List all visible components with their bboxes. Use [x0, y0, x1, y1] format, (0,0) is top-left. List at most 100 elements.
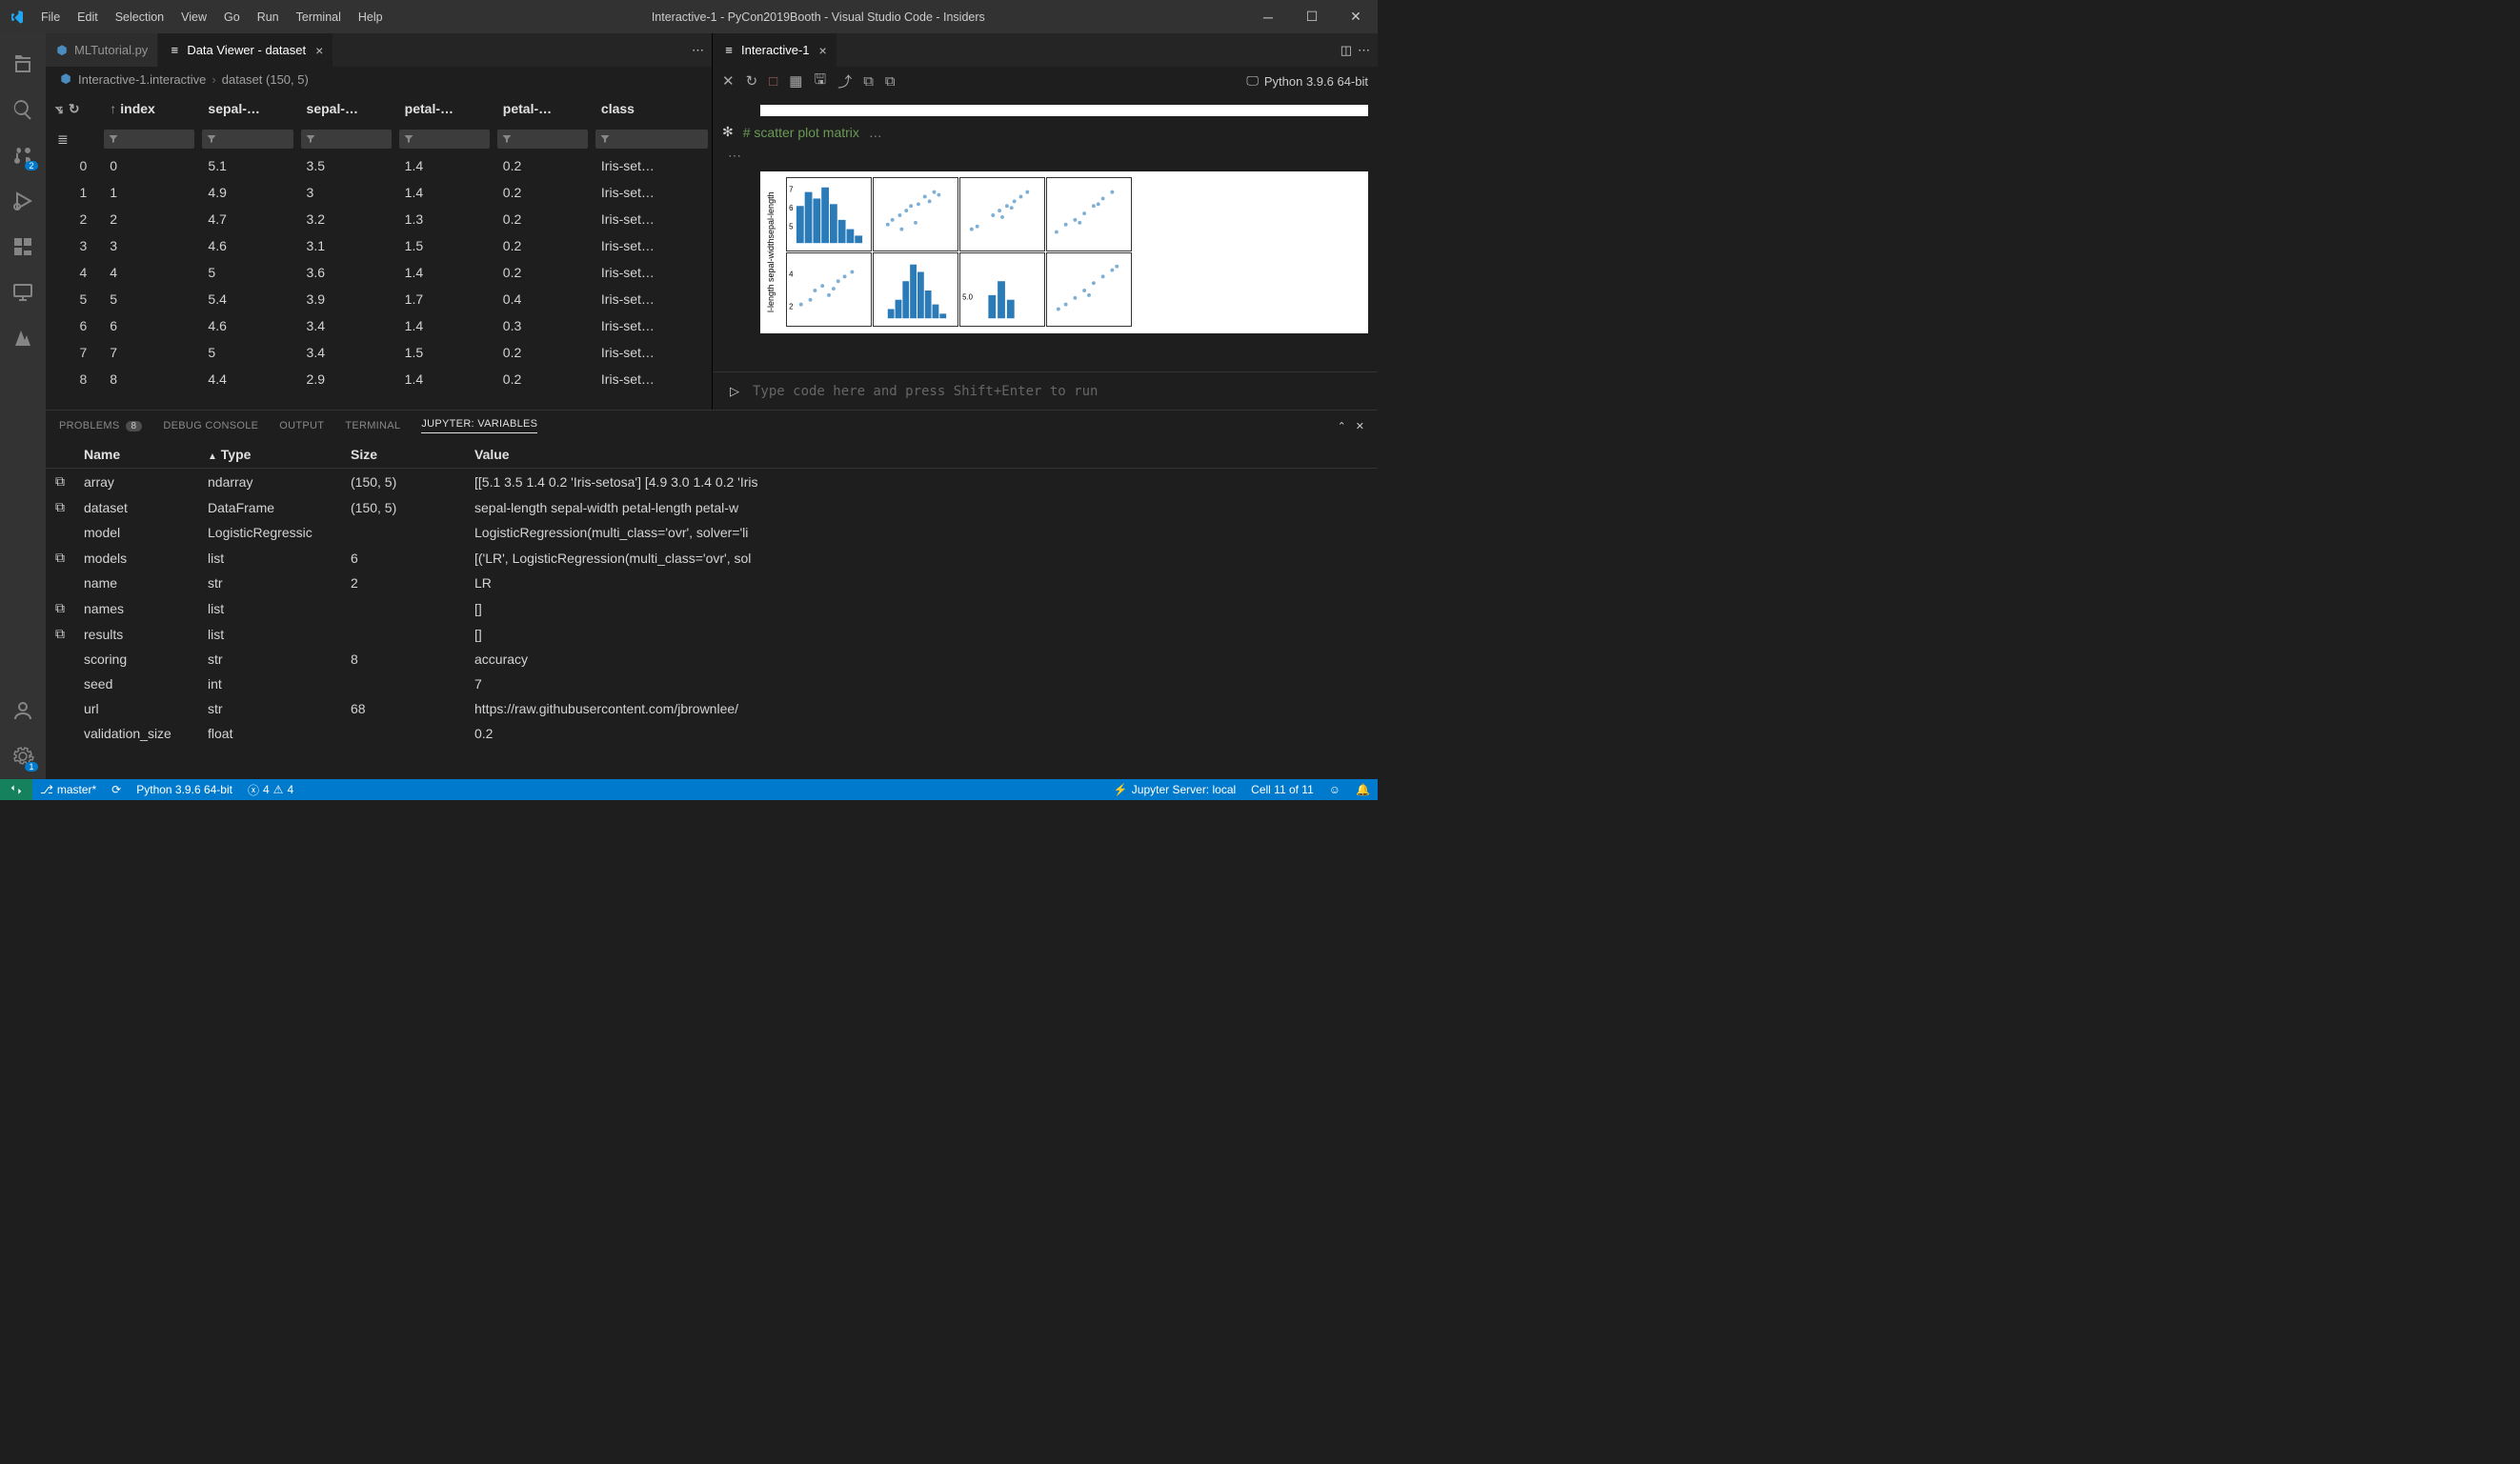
close-icon[interactable]: × — [819, 43, 827, 58]
git-branch[interactable]: ⎇master* — [32, 779, 104, 800]
restart-icon[interactable]: ↻ — [746, 72, 758, 90]
remote-button[interactable] — [0, 779, 32, 800]
filter-input[interactable] — [595, 130, 708, 149]
source-control-icon[interactable]: 2 — [0, 132, 46, 178]
filter-input[interactable] — [301, 130, 392, 149]
minimize-button[interactable]: ─ — [1246, 0, 1290, 33]
explorer-icon[interactable] — [0, 41, 46, 87]
expand-variable-icon[interactable]: ⧉ — [46, 494, 74, 520]
col-header[interactable]: index — [120, 101, 155, 116]
gutter-ellipsis[interactable]: ⋯ — [728, 148, 1368, 164]
col-header[interactable]: class — [592, 91, 712, 126]
code-input[interactable]: Type code here and press Shift+Enter to … — [753, 384, 1361, 399]
expand-variable-icon[interactable]: ⧉ — [46, 595, 74, 621]
filter-input[interactable] — [104, 130, 194, 149]
kernel-selector[interactable]: 🖵 Python 3.9.6 64-bit — [1246, 73, 1368, 89]
var-header-name[interactable]: Name — [74, 441, 198, 469]
variables-icon[interactable]: ▦ — [789, 72, 802, 90]
cell-position[interactable]: Cell 11 of 11 — [1243, 779, 1321, 800]
table-row[interactable]: 8 8 4.4 2.9 1.4 0.2 Iris-set… — [46, 366, 712, 392]
expand-variable-icon[interactable]: ⧉ — [46, 545, 74, 571]
menu-view[interactable]: View — [173, 7, 214, 28]
expand-variable-icon[interactable]: ⧉ — [46, 469, 74, 495]
interrupt-icon[interactable]: □ — [769, 73, 777, 90]
table-row[interactable]: 0 0 5.1 3.5 1.4 0.2 Iris-set… — [46, 152, 712, 179]
table-row[interactable]: 4 4 5 3.6 1.4 0.2 Iris-set… — [46, 259, 712, 286]
menu-file[interactable]: File — [33, 7, 68, 28]
refresh-icon[interactable]: ↻ — [69, 101, 80, 117]
cell-ellipsis[interactable]: … — [869, 125, 882, 140]
close-icon[interactable]: × — [315, 43, 323, 58]
table-row[interactable]: 3 3 4.6 3.1 1.5 0.2 Iris-set… — [46, 232, 712, 259]
remote-explorer-icon[interactable] — [0, 270, 46, 315]
table-row[interactable]: 5 5 5.4 3.9 1.7 0.4 Iris-set… — [46, 286, 712, 312]
maximize-button[interactable]: ☐ — [1290, 0, 1334, 33]
menu-edit[interactable]: Edit — [70, 7, 106, 28]
run-icon[interactable]: ▷ — [730, 384, 739, 399]
table-row[interactable]: 6 6 4.6 3.4 1.4 0.3 Iris-set… — [46, 312, 712, 339]
variable-row[interactable]: name str 2 LR — [46, 571, 1378, 595]
breadcrumb-seg[interactable]: Interactive-1.interactive — [78, 72, 206, 87]
more-actions-icon[interactable]: ⋯ — [692, 43, 704, 58]
cell-marker-icon[interactable]: ✻ — [722, 124, 734, 140]
filter-icon[interactable]: ⦪ — [55, 101, 63, 117]
notifications-icon[interactable]: 🔔 — [1348, 779, 1378, 800]
export-icon[interactable]: ⤴ — [837, 71, 852, 91]
filter-input[interactable] — [399, 130, 490, 149]
feedback-icon[interactable]: ☺ — [1321, 779, 1348, 800]
more-actions-icon[interactable]: ⋯ — [1358, 43, 1370, 58]
var-header-type[interactable]: ▲ Type — [198, 441, 341, 469]
variable-row[interactable]: seed int 7 — [46, 672, 1378, 696]
col-header[interactable]: petal-… — [494, 91, 592, 126]
menu-terminal[interactable]: Terminal — [289, 7, 349, 28]
settings-gear-icon[interactable]: 1 — [0, 733, 46, 779]
tab-mltutorial[interactable]: ⬢ MLTutorial.py — [46, 33, 158, 67]
expand-variable-icon[interactable]: ⧉ — [46, 621, 74, 647]
python-env[interactable]: Python 3.9.6 64-bit — [129, 779, 240, 800]
table-row[interactable]: 1 1 4.9 3 1.4 0.2 Iris-set… — [46, 179, 712, 206]
sort-asc-icon[interactable]: ↑ — [110, 101, 116, 116]
col-header[interactable]: sepal-… — [198, 91, 296, 126]
variable-row[interactable]: ⧉ array ndarray (150, 5) [[5.1 3.5 1.4 0… — [46, 469, 1378, 495]
tab-interactive[interactable]: ≡ Interactive-1 × — [713, 33, 837, 67]
tab-data-viewer[interactable]: ≡ Data Viewer - dataset × — [158, 33, 333, 67]
row-menu-icon[interactable]: ≣ — [50, 131, 69, 147]
clear-icon[interactable]: ✕ — [722, 72, 735, 90]
variable-row[interactable]: ⧉ models list 6 [('LR', LogisticRegressi… — [46, 545, 1378, 571]
var-header-size[interactable]: Size — [341, 441, 465, 469]
close-panel-icon[interactable]: ✕ — [1356, 420, 1364, 432]
panel-tab-problems[interactable]: PROBLEMS8 — [59, 420, 142, 431]
col-header[interactable]: petal-… — [395, 91, 494, 126]
collapse-icon[interactable]: ⧉ — [885, 73, 896, 90]
accounts-icon[interactable] — [0, 688, 46, 733]
variable-row[interactable]: ⧉ dataset DataFrame (150, 5) sepal-lengt… — [46, 494, 1378, 520]
panel-tab-debug-console[interactable]: DEBUG CONSOLE — [163, 420, 258, 431]
liveshare-icon[interactable] — [0, 315, 46, 361]
table-row[interactable]: 2 2 4.7 3.2 1.3 0.2 Iris-set… — [46, 206, 712, 232]
breadcrumb-seg[interactable]: dataset (150, 5) — [222, 72, 309, 87]
variable-row[interactable]: scoring str 8 accuracy — [46, 647, 1378, 672]
search-icon[interactable] — [0, 87, 46, 132]
panel-tab-terminal[interactable]: TERMINAL — [345, 420, 400, 431]
filter-input[interactable] — [202, 130, 292, 149]
menu-run[interactable]: Run — [250, 7, 287, 28]
variable-row[interactable]: url str 68 https://raw.githubusercontent… — [46, 696, 1378, 721]
variable-row[interactable]: model LogisticRegressic LogisticRegressi… — [46, 520, 1378, 545]
menu-help[interactable]: Help — [351, 7, 391, 28]
extensions-icon[interactable] — [0, 224, 46, 270]
table-row[interactable]: 7 7 5 3.4 1.5 0.2 Iris-set… — [46, 339, 712, 366]
filter-input[interactable] — [497, 130, 588, 149]
save-icon[interactable]: 🖫 — [814, 70, 826, 93]
col-header[interactable]: sepal-… — [297, 91, 395, 126]
jupyter-server[interactable]: ⚡Jupyter Server: local — [1106, 779, 1243, 800]
panel-tab-output[interactable]: OUTPUT — [279, 420, 324, 431]
split-editor-icon[interactable]: ◫ — [1341, 43, 1352, 58]
menu-go[interactable]: Go — [216, 7, 248, 28]
menu-selection[interactable]: Selection — [108, 7, 171, 28]
variable-row[interactable]: validation_size float 0.2 — [46, 721, 1378, 746]
close-button[interactable]: ✕ — [1334, 0, 1378, 33]
sync-button[interactable]: ⟳ — [104, 779, 129, 800]
var-header-value[interactable]: Value — [465, 441, 1378, 469]
problems-status[interactable]: ⓧ4 ⚠4 — [240, 779, 301, 800]
panel-tab-jupyter-variables[interactable]: JUPYTER: VARIABLES — [421, 418, 537, 433]
